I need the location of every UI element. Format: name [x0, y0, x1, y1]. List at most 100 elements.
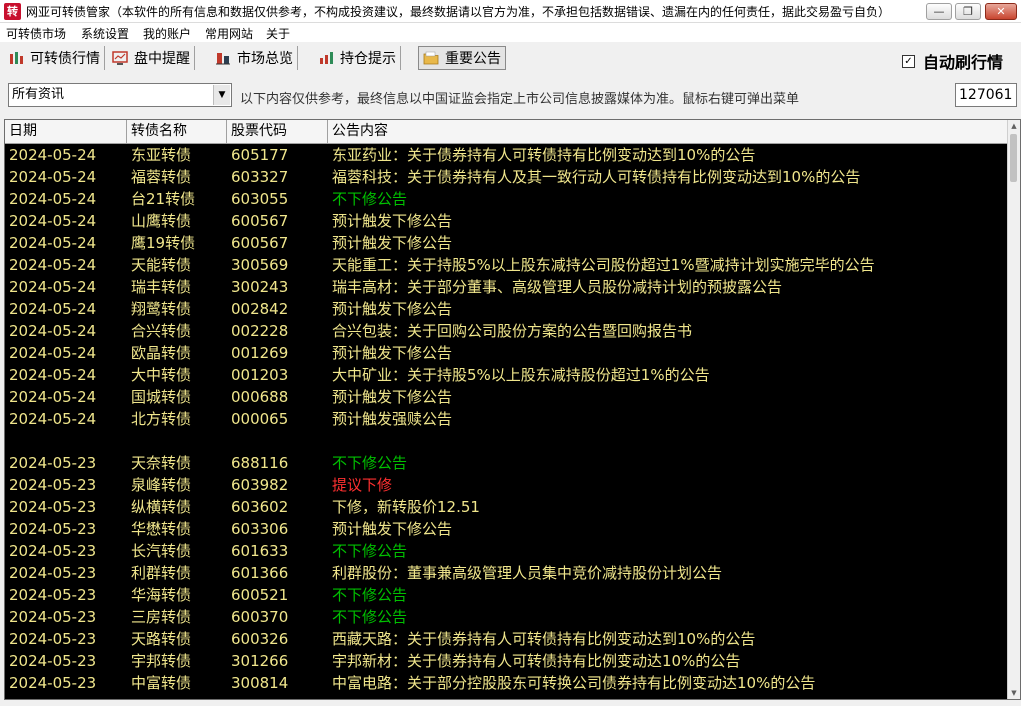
table-row[interactable]: 2024-05-23 天奈转债 688116 不下修公告 [5, 452, 1009, 474]
cell-announcement: 预计触发下修公告 [332, 344, 453, 362]
table-row[interactable]: 2024-05-24 翔鹭转债 002842 预计触发下修公告 [5, 298, 1009, 320]
menu-item-cb-market[interactable]: 可转债市场 [6, 25, 66, 42]
table-row[interactable]: 2024-05-24 台21转债 603055 不下修公告 [5, 188, 1009, 210]
table-row[interactable]: 2024-05-24 山鹰转债 600567 预计触发下修公告 [5, 210, 1009, 232]
info-type-select[interactable]: 所有资讯 ▼ [8, 83, 232, 107]
tab-bar: 可转债行情 盘中提醒 市场总览 持仓提示 重要公告 ✓ 自动刷行情 [0, 42, 1021, 75]
menu-item-about[interactable]: 关于 [266, 25, 290, 42]
cell-date: 2024-05-23 [9, 586, 97, 604]
menu-item-settings[interactable]: 系统设置 [81, 25, 129, 42]
table-row[interactable]: 2024-05-24 东亚转债 605177 东亚药业：关于债券持有人可转债持有比例变… [5, 144, 1009, 166]
cell-stock-code: 605177 [231, 146, 289, 164]
filter-bar: 所有资讯 ▼ 以下内容仅供参考，最终信息以中国证监会指定上市公司信息披露媒体为准… [0, 78, 1021, 118]
column-header-date[interactable]: 日期 [5, 120, 127, 143]
tab-important-announcements[interactable]: 重要公告 [418, 46, 506, 70]
tab-label: 市场总览 [237, 51, 293, 67]
scroll-up-icon[interactable]: ▲ [1008, 120, 1020, 132]
table-row[interactable]: 2024-05-24 欧晶转债 001269 预计触发下修公告 [5, 342, 1009, 364]
cell-bond-name: 利群转债 [131, 564, 192, 582]
auto-refresh-checkbox[interactable]: ✓ [901, 54, 915, 68]
tab-market-overview[interactable]: 市场总览 [211, 46, 298, 70]
cell-date: 2024-05-23 [9, 520, 97, 538]
minimize-button[interactable]: — [926, 3, 952, 20]
close-button[interactable]: ✕ [985, 3, 1017, 20]
cell-date: 2024-05-23 [9, 674, 97, 692]
cell-date: 2024-05-24 [9, 256, 97, 274]
tab-label: 重要公告 [445, 51, 501, 67]
cell-announcement: 中富电路：关于部分控股股东可转换公司债券持有比例变动达10%的公告 [332, 674, 816, 692]
cell-announcement: 大中矿业：关于持股5%以上股东减持股份超过1%的公告 [332, 366, 710, 384]
cell-announcement: 瑞丰高材：关于部分董事、高级管理人员股份减持计划的预披露公告 [332, 278, 783, 296]
vertical-scrollbar[interactable]: ▲ ▼ [1007, 120, 1020, 699]
column-header-stock-code[interactable]: 股票代码 [227, 120, 328, 143]
table-row[interactable]: 2024-05-24 国城转债 000688 预计触发下修公告 [5, 386, 1009, 408]
cell-announcement: 预计触发下修公告 [332, 388, 453, 406]
cell-bond-name: 欧晶转债 [131, 344, 192, 362]
tab-intraday-alerts[interactable]: 盘中提醒 [108, 46, 195, 70]
table-row[interactable]: 2024-05-23 三房转债 600370 不下修公告 [5, 606, 1009, 628]
cell-announcement: 预计触发下修公告 [332, 212, 453, 230]
table-row[interactable]: 2024-05-23 长汽转债 601633 不下修公告 [5, 540, 1009, 562]
table-row[interactable] [5, 430, 1009, 452]
table-row[interactable]: 2024-05-23 泉峰转债 603982 提议下修 [5, 474, 1009, 496]
cell-stock-code: 301266 [231, 652, 289, 670]
maximize-button[interactable]: ❐ [955, 3, 981, 20]
cell-announcement: 预计触发下修公告 [332, 234, 453, 252]
cell-bond-name: 天奈转债 [131, 454, 192, 472]
cell-stock-code: 688116 [231, 454, 289, 472]
cell-date: 2024-05-23 [9, 608, 97, 626]
overview-chart-icon [215, 50, 231, 66]
cell-announcement: 下修，新转股价12.51 [332, 498, 480, 516]
scroll-down-icon[interactable]: ▼ [1008, 687, 1020, 699]
cell-announcement: 预计触发下修公告 [332, 300, 453, 318]
menu-item-websites[interactable]: 常用网站 [205, 25, 253, 42]
cell-announcement: 不下修公告 [332, 586, 408, 604]
menu-item-account[interactable]: 我的账户 [143, 25, 191, 42]
table-row[interactable]: 2024-05-23 天路转债 600326 西藏天路：关于债券持有人可转债持有比例变… [5, 628, 1009, 650]
cell-date: 2024-05-24 [9, 146, 97, 164]
cell-bond-name: 东亚转债 [131, 146, 192, 164]
table-row[interactable]: 2024-05-23 宇邦转债 301266 宇邦新材：关于债券持有人可转债持有比例变… [5, 650, 1009, 672]
cell-announcement: 西藏天路：关于债券持有人可转债持有比例变动达到10%的公告 [332, 630, 756, 648]
auto-refresh-toggle[interactable]: ✓ 自动刷行情 [901, 49, 1003, 73]
table-row[interactable]: 2024-05-24 鹰19转债 600567 预计触发下修公告 [5, 232, 1009, 254]
table-row[interactable]: 2024-05-24 天能转债 300569 天能重工：关于持股5%以上股东减持公司股… [5, 254, 1009, 276]
cell-announcement: 不下修公告 [332, 454, 408, 472]
table-row[interactable]: 2024-05-24 福蓉转债 603327 福蓉科技：关于债券持有人及其一致行动人可… [5, 166, 1009, 188]
table-row[interactable]: 2024-05-23 华海转债 600521 不下修公告 [5, 584, 1009, 606]
table-row[interactable]: 2024-05-23 华懋转债 603306 预计触发下修公告 [5, 518, 1009, 540]
cell-date: 2024-05-23 [9, 564, 97, 582]
table-row[interactable]: 2024-05-23 利群转债 601366 利群股份：董事兼高级管理人员集中竞价减持… [5, 562, 1009, 584]
cell-date: 2024-05-24 [9, 344, 97, 362]
cell-announcement: 预计触发下修公告 [332, 520, 453, 538]
table-row[interactable]: 2024-05-24 合兴转债 002228 合兴包装：关于回购公司股份方案的公告暨回… [5, 320, 1009, 342]
table-row[interactable]: 2024-05-24 北方转债 000065 预计触发强赎公告 [5, 408, 1009, 430]
folder-icon [423, 50, 439, 66]
cell-bond-name: 北方转债 [131, 410, 192, 428]
cell-bond-name: 福蓉转债 [131, 168, 192, 186]
table-row[interactable]: 2024-05-23 纵横转债 603602 下修，新转股价12.51 [5, 496, 1009, 518]
cell-announcement: 不下修公告 [332, 190, 408, 208]
bond-code-input[interactable]: 127061 [955, 83, 1017, 107]
tab-position-tips[interactable]: 持仓提示 [314, 46, 401, 70]
cell-bond-name: 华海转债 [131, 586, 192, 604]
tab-cb-quotes[interactable]: 可转债行情 [4, 46, 105, 70]
cell-stock-code: 600567 [231, 234, 289, 252]
chevron-down-icon[interactable]: ▼ [213, 85, 230, 105]
cell-stock-code: 300569 [231, 256, 289, 274]
cell-date: 2024-05-23 [9, 652, 97, 670]
table-row[interactable]: 2024-05-24 瑞丰转债 300243 瑞丰高材：关于部分董事、高级管理人员股份… [5, 276, 1009, 298]
scroll-thumb[interactable] [1010, 134, 1017, 182]
info-type-selected: 所有资讯 [12, 87, 65, 102]
table-row[interactable]: 2024-05-23 中富转债 300814 中富电路：关于部分控股股东可转换公司债券… [5, 672, 1009, 694]
tab-label: 盘中提醒 [134, 51, 190, 67]
cell-stock-code: 603055 [231, 190, 289, 208]
table-row[interactable]: 2024-05-24 大中转债 001203 大中矿业：关于持股5%以上股东减持股份超… [5, 364, 1009, 386]
cell-stock-code: 600567 [231, 212, 289, 230]
cell-bond-name: 中富转债 [131, 674, 192, 692]
cell-stock-code: 601633 [231, 542, 289, 560]
column-header-bond-name[interactable]: 转债名称 [127, 120, 227, 143]
cell-stock-code: 002842 [231, 300, 289, 318]
cell-bond-name: 泉峰转债 [131, 476, 192, 494]
column-header-content[interactable]: 公告内容 [328, 120, 1009, 143]
